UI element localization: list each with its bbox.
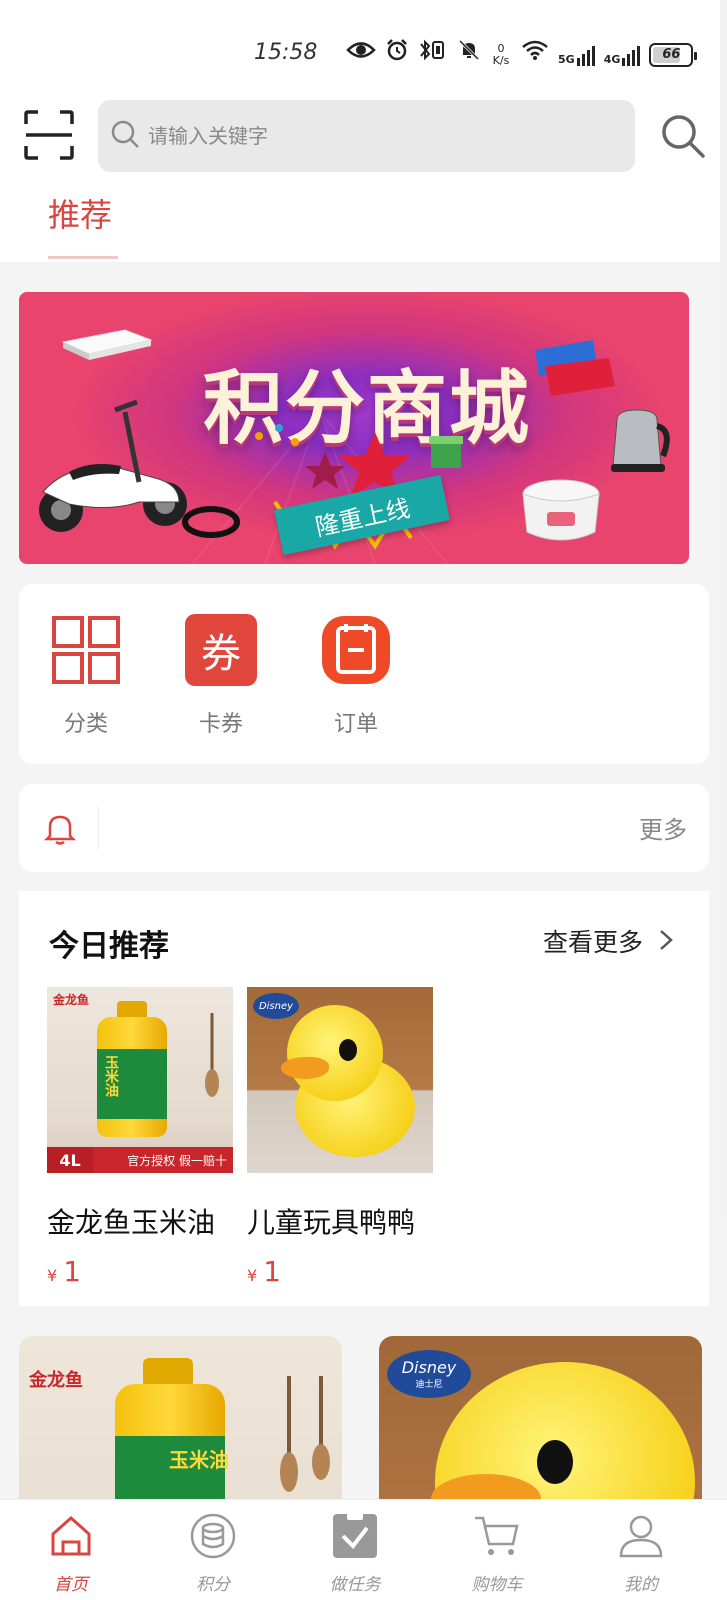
notice-bar[interactable]: 更多 (19, 784, 709, 872)
scrollbar[interactable] (720, 0, 727, 1220)
battery-level: 66 (662, 47, 681, 62)
nav-home-label: 首页 (54, 1575, 88, 1595)
product-price: ¥1 (247, 1255, 433, 1288)
product-card[interactable]: Disney 儿童玩具鸭鸭 ¥1 (247, 987, 433, 1288)
coupon-icon-glyph: 券 (201, 631, 241, 677)
promo-banner[interactable]: 积分商城 隆重上线 (19, 292, 689, 564)
product-image: Disney (247, 987, 433, 1173)
alarm-icon (385, 38, 409, 71)
cards-pack-image (535, 340, 615, 396)
feed-disney-text: Disney (401, 1358, 457, 1377)
bottom-nav: 首页 积分 做任务 购物车 我的 (0, 1500, 727, 1600)
nav-profile[interactable]: 我的 (596, 1512, 686, 1595)
quick-coupon-label: 卡券 (198, 712, 243, 737)
search-input[interactable] (148, 124, 588, 148)
network-5g-label: 5G (558, 52, 575, 66)
status-icons: 0 K/s 5G 4G 66 (346, 38, 698, 71)
disney-logo-text: Disney (258, 1000, 294, 1012)
status-bar: 15:58 0 K/s 5G 4G 66 (0, 30, 727, 78)
tab-indicator (48, 256, 118, 259)
feed-oil-brand: 金龙鱼 (29, 1370, 83, 1391)
nav-points-label: 积分 (196, 1575, 230, 1595)
battery-icon: 66 (649, 42, 698, 67)
nav-cart-label: 购物车 (471, 1575, 523, 1595)
quick-coupon[interactable]: 券 卡券 (176, 614, 266, 738)
disney-logo: Disney (253, 993, 299, 1019)
oil-brand-logo: 金龙鱼 (53, 993, 90, 1007)
tab-recommend[interactable]: 推荐 (48, 190, 112, 236)
quick-category[interactable]: 分类 (41, 614, 131, 738)
nav-profile-label: 我的 (624, 1575, 658, 1595)
oil-bottle-label: 玉米油 (103, 1055, 119, 1097)
signal-4g-icon: 4G (604, 44, 641, 66)
network-4g-label: 4G (603, 52, 621, 66)
product-image: 金龙鱼 玉米油 官方授权 假一赔十 4L (47, 987, 233, 1173)
bluetooth-vibrate-icon (418, 38, 448, 71)
quick-order[interactable]: 订单 (311, 614, 401, 738)
scan-icon[interactable] (24, 110, 74, 160)
wifi-icon (521, 39, 549, 70)
today-recommend-section: 今日推荐 查看更多 金龙鱼 玉米油 官方授权 假一赔十 4L 金龙鱼玉米油 ¥1… (19, 891, 709, 1306)
feed-disney-sub: 迪士尼 (415, 1380, 443, 1390)
quick-entries: 分类 券 卡券 订单 (19, 584, 709, 764)
product-name: 儿童玩具鸭鸭 (247, 1206, 416, 1239)
nav-points[interactable]: 积分 (168, 1512, 258, 1595)
router-image (61, 329, 153, 360)
search-field-icon (110, 119, 140, 153)
mute-icon (457, 38, 481, 71)
price-value: 1 (263, 1255, 282, 1288)
section-title: 今日推荐 (49, 929, 169, 964)
search-icon[interactable] (660, 113, 706, 159)
oil-strip-text: 官方授权 假一赔十 (127, 1153, 227, 1168)
eye-icon (346, 39, 376, 70)
cart-icon (473, 1512, 521, 1560)
chevron-right-icon[interactable] (657, 927, 675, 953)
quick-category-label: 分类 (63, 712, 108, 737)
fitness-band-image (182, 506, 240, 538)
product-name: 金龙鱼玉米油 (47, 1206, 216, 1239)
order-icon (320, 614, 392, 686)
home-icon (47, 1512, 95, 1560)
status-time: 15:58 (254, 40, 318, 65)
points-icon (189, 1512, 237, 1560)
product-price: ¥1 (47, 1255, 233, 1288)
signal-5g-icon: 5G (558, 44, 595, 66)
bell-icon (43, 812, 77, 846)
notice-more-link[interactable]: 更多 (639, 810, 687, 845)
task-icon (331, 1512, 379, 1560)
view-more-link[interactable]: 查看更多 (543, 923, 643, 959)
scooter-image (39, 399, 187, 532)
search-bar[interactable] (98, 100, 635, 172)
nav-task-label: 做任务 (329, 1575, 381, 1595)
kettle-image (611, 409, 670, 472)
speed-unit: K/s (492, 53, 510, 67)
nav-cart[interactable]: 购物车 (452, 1512, 542, 1595)
oil-volume-tag: 4L (47, 1147, 93, 1173)
category-grid-icon (50, 614, 122, 686)
feed-oil-label: 玉米油 (169, 1448, 229, 1472)
network-speed: 0 K/s (490, 42, 512, 67)
price-value: 1 (63, 1255, 82, 1288)
currency-symbol: ¥ (47, 1266, 58, 1285)
quick-order-label: 订单 (333, 712, 378, 737)
feed-disney-logo: Disney 迪士尼 (387, 1350, 471, 1398)
currency-symbol: ¥ (247, 1266, 258, 1285)
oil-volume: 4L (59, 1150, 81, 1170)
profile-icon (617, 1512, 665, 1560)
notice-divider (98, 806, 99, 850)
rice-cooker-image (522, 479, 600, 541)
nav-home[interactable]: 首页 (26, 1512, 116, 1595)
nav-task[interactable]: 做任务 (310, 1512, 400, 1595)
coupon-icon: 券 (185, 614, 257, 686)
product-card[interactable]: 金龙鱼 玉米油 官方授权 假一赔十 4L 金龙鱼玉米油 ¥1 (47, 987, 233, 1288)
